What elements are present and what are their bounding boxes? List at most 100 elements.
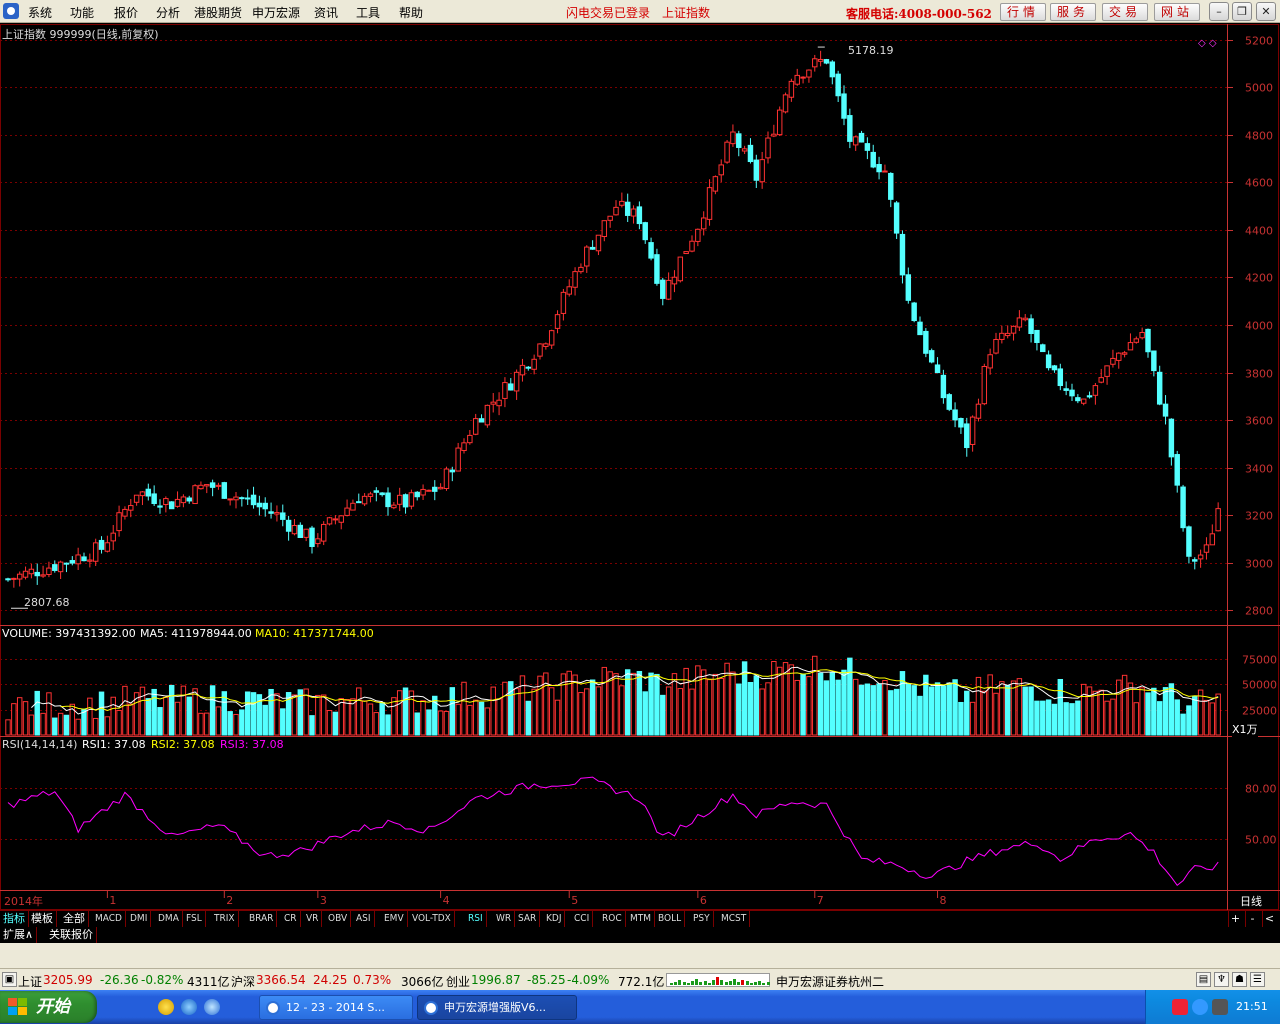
menu-hk-futures[interactable]: 港股期货 (194, 4, 242, 21)
trade-button[interactable]: 交易 (1102, 3, 1148, 21)
volume-bar-down (449, 687, 456, 736)
candle-up (782, 94, 789, 113)
volume-bar-up (373, 712, 380, 736)
note-icon[interactable]: ▤ (1196, 972, 1211, 987)
scroll-left-button[interactable]: < (1262, 911, 1276, 927)
menu-quote[interactable]: 报价 (114, 4, 138, 21)
tab-emv[interactable]: EMV (381, 911, 408, 927)
volume-bar-up (496, 698, 502, 736)
start-button[interactable]: 开始 (0, 991, 97, 1023)
tab-asi[interactable]: ASI (353, 911, 375, 927)
ime-icon[interactable] (1172, 999, 1188, 1015)
candle-up (759, 159, 765, 183)
menu-tools[interactable]: 工具 (356, 4, 380, 21)
restore-icon[interactable]: ❐ (1232, 2, 1252, 21)
tab-boll[interactable]: BOLL (655, 911, 686, 927)
tab-mtm[interactable]: MTM (627, 911, 656, 927)
volume-bar-down (332, 711, 339, 736)
tab-psy[interactable]: PSY (690, 911, 714, 927)
tab-sar[interactable]: SAR (515, 911, 541, 927)
tab-wr[interactable]: WR (493, 911, 516, 927)
menu-news[interactable]: 资讯 (314, 4, 338, 21)
tab-fsl[interactable]: FSL (183, 911, 206, 927)
volume-bar-down (1057, 678, 1064, 736)
menu-analysis[interactable]: 分析 (156, 4, 180, 21)
minimize-icon[interactable]: – (1209, 2, 1229, 21)
volume-bar-up (981, 690, 988, 736)
candle-down (168, 501, 175, 510)
tab-related-quotes[interactable]: 关联报价 (46, 927, 97, 943)
chart-settings-icon: ◇ ◇ (1198, 38, 1217, 49)
candle-up (192, 485, 198, 505)
market-button[interactable]: 行情 (1000, 3, 1046, 21)
candle-down (893, 202, 900, 234)
tab-roc[interactable]: ROC (599, 911, 626, 927)
menu-system[interactable]: 系统 (28, 4, 52, 21)
tab-dmi[interactable]: DMI (127, 911, 152, 927)
tab-cci[interactable]: CCI (571, 911, 594, 927)
candle-down (660, 279, 666, 299)
volume-bar-up (1016, 678, 1023, 736)
candle-down (1156, 371, 1163, 405)
tab-brar[interactable]: BRAR (246, 911, 278, 927)
tab-vol-tdx[interactable]: VOL-TDX (409, 911, 455, 927)
volume-bar-up (788, 664, 795, 736)
volume-bar-up (192, 688, 198, 736)
tab-group-1[interactable]: 模板 (28, 911, 57, 927)
candle-up (163, 498, 169, 506)
tab-group-0[interactable]: 指标 (0, 911, 29, 927)
candle-up (548, 330, 555, 346)
close-icon[interactable]: ✕ (1256, 2, 1276, 21)
tray-app-icon[interactable] (1212, 999, 1228, 1015)
start-label: 开始 (36, 997, 70, 1017)
ticker-lock-icon[interactable]: ▣ (2, 972, 17, 987)
tab-expand[interactable]: 扩展∧ (0, 927, 38, 943)
tab-obv[interactable]: OBV (325, 911, 352, 927)
volume-bar-up (794, 679, 800, 736)
candle-down (186, 497, 192, 502)
tab-cr[interactable]: CR (281, 911, 301, 927)
candle-up (519, 364, 526, 376)
tab-dma[interactable]: DMA (155, 911, 183, 927)
list-icon[interactable]: ☰ (1250, 972, 1265, 987)
people-icon[interactable]: ☗ (1232, 972, 1247, 987)
candle-down (508, 383, 514, 391)
quicklaunch-ie-icon[interactable] (181, 999, 197, 1015)
volume-bar-up (502, 681, 508, 736)
candle-up (233, 496, 239, 501)
menu-help[interactable]: 帮助 (399, 4, 423, 21)
website-button[interactable]: 网站 (1154, 3, 1200, 21)
tab-rsi[interactable]: RSI (465, 911, 487, 927)
tab-trix[interactable]: TRIX (211, 911, 239, 927)
menu-swhy[interactable]: 申万宏源 (252, 4, 300, 21)
candle-down (1040, 344, 1046, 353)
candle-down (899, 233, 906, 276)
tab-group-2[interactable]: 全部 (60, 911, 89, 927)
app-logo-icon (3, 3, 19, 19)
kline-chart-svg[interactable]: 2800 3000 3200 3400 3600 3800 4000 4200 4400 4600… (0, 24, 1280, 910)
quicklaunch-app-icon[interactable] (158, 999, 174, 1015)
menu-function[interactable]: 功能 (70, 4, 94, 21)
volume-bar-up (572, 674, 578, 736)
volume-bar-up (776, 666, 783, 736)
quicklaunch-browser-icon[interactable] (204, 999, 220, 1015)
service-button[interactable]: 服务 (1050, 3, 1096, 21)
volume-bar-up (1010, 680, 1017, 736)
zoom-out-button[interactable]: - (1245, 911, 1259, 927)
candle-up (215, 484, 222, 487)
tab-mcst[interactable]: MCST (718, 911, 751, 927)
month-label: 6 (700, 894, 707, 907)
antenna-icon[interactable]: ♆ (1214, 972, 1229, 987)
tab-vr[interactable]: VR (303, 911, 323, 927)
hs-change: 24.25 (313, 973, 348, 987)
volume-bar-up (16, 697, 23, 736)
tab-kdj[interactable]: KDJ (543, 911, 566, 927)
task-button-2[interactable]: 申万宏源增强版V6... (417, 995, 577, 1020)
task-label-1: 12 - 23 - 2014 S... (286, 1001, 385, 1014)
chart-area[interactable]: 2800 3000 3200 3400 3600 3800 4000 4200 4400 4600… (0, 24, 1280, 910)
task-button-1[interactable]: 12 - 23 - 2014 S... (259, 995, 413, 1020)
network-icon[interactable] (1192, 999, 1208, 1015)
zoom-in-button[interactable]: + (1228, 911, 1242, 927)
tab-macd[interactable]: MACD (92, 911, 126, 927)
volume-bar-up (630, 672, 637, 736)
